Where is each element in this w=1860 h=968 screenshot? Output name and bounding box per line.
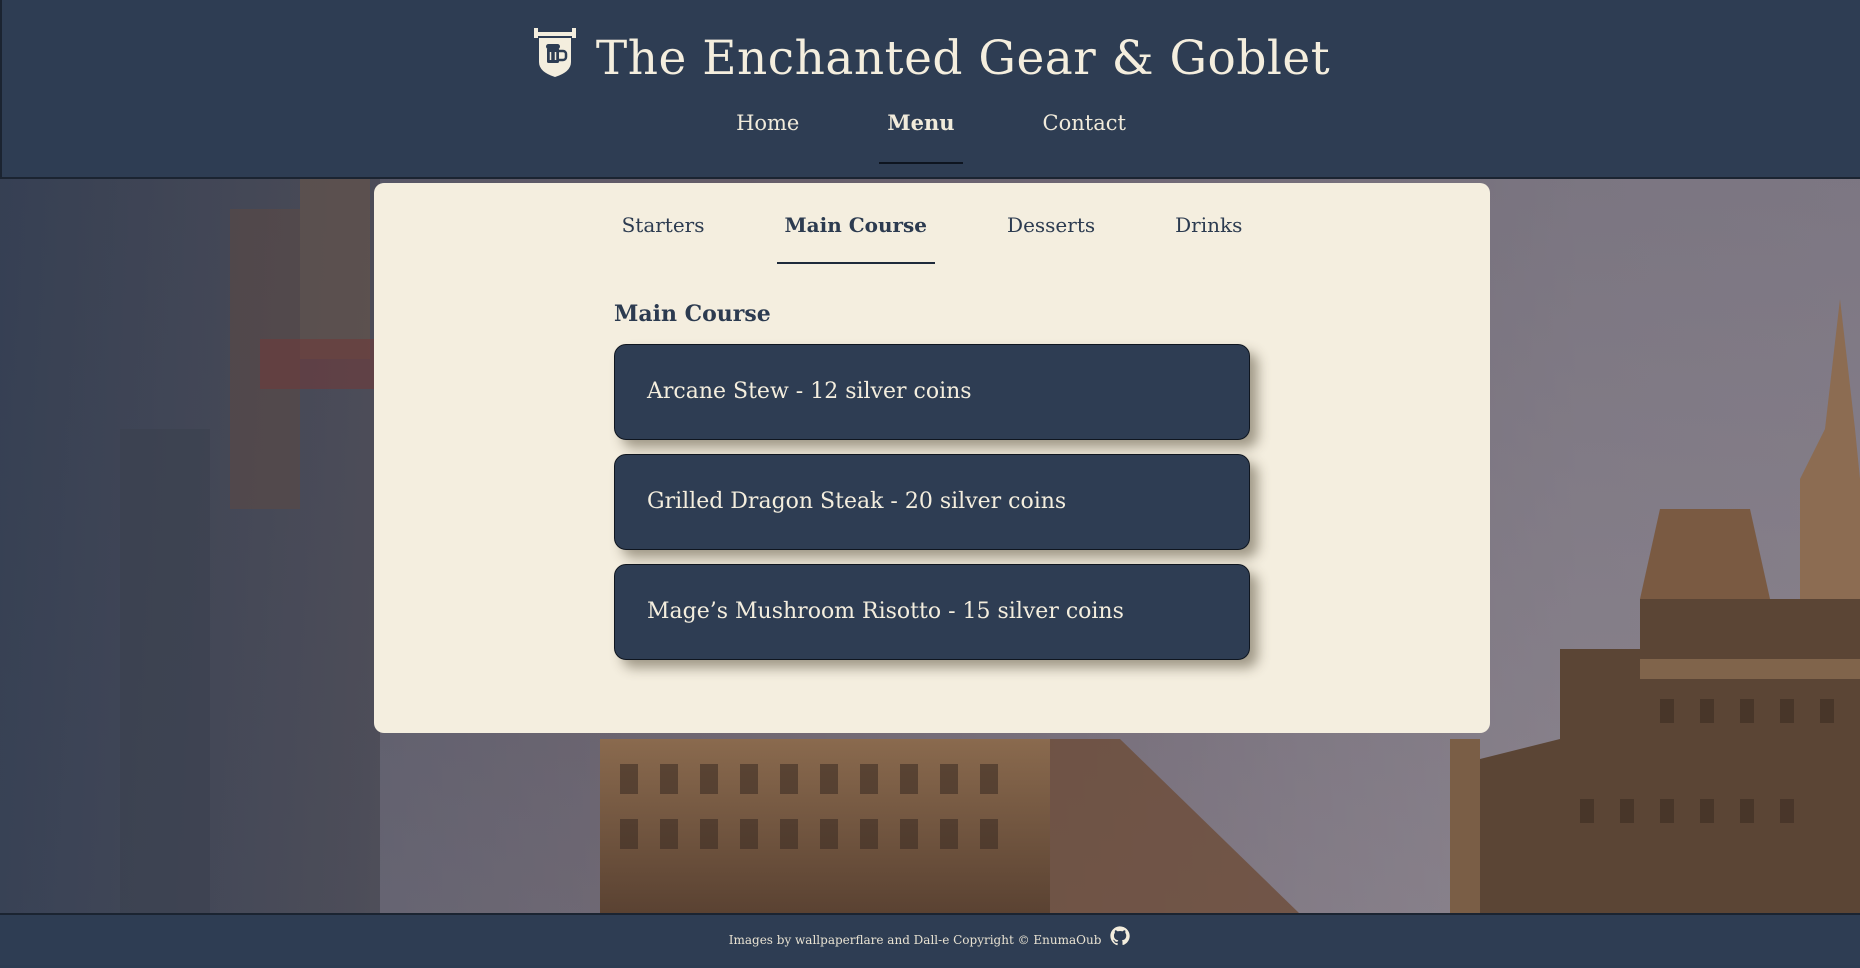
site-title: The Enchanted Gear & Goblet [595, 31, 1331, 86]
github-icon[interactable] [1109, 918, 1131, 946]
menu-tabs: Starters Main Course Desserts Drinks [374, 213, 1490, 264]
nav-item-home[interactable]: Home [728, 109, 807, 164]
menu-card: Starters Main Course Desserts Drinks Mai… [374, 183, 1490, 733]
site-brand: The Enchanted Gear & Goblet [2, 28, 1860, 86]
menu-item[interactable]: Grilled Dragon Steak - 20 silver coins [614, 454, 1250, 550]
tab-starters[interactable]: Starters [614, 213, 713, 264]
menu-item[interactable]: Mage’s Mushroom Risotto - 15 silver coin… [614, 564, 1250, 660]
tavern-sign-icon [532, 28, 578, 78]
site-header: The Enchanted Gear & Goblet Home Menu Co… [0, 0, 1860, 179]
tab-desserts[interactable]: Desserts [999, 213, 1103, 264]
site-footer: Images by wallpaperflare and Dall-e Copy… [0, 913, 1860, 965]
menu-item[interactable]: Arcane Stew - 12 silver coins [614, 344, 1250, 440]
section-title: Main Course [614, 301, 771, 327]
tab-drinks[interactable]: Drinks [1167, 213, 1250, 264]
nav-item-contact[interactable]: Contact [1035, 109, 1134, 164]
nav-item-menu[interactable]: Menu [879, 108, 963, 164]
tab-main-course[interactable]: Main Course [776, 213, 936, 264]
main-nav: Home Menu Contact [2, 108, 1860, 164]
footer-credits: Images by wallpaperflare and Dall-e Copy… [728, 933, 1102, 947]
